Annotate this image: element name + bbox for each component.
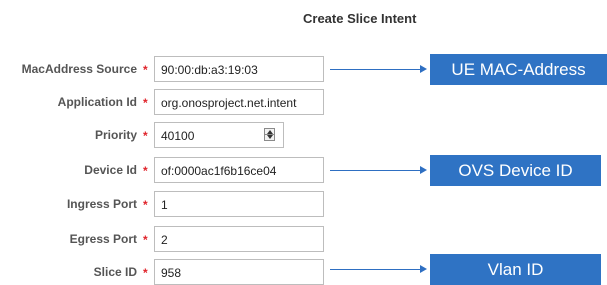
vlan-id-callout: Vlan ID	[430, 254, 601, 285]
device-id-input[interactable]: of:0000ac1f6b16ce04	[154, 157, 324, 183]
field-label: Egress Port	[69, 232, 137, 246]
required-marker: *	[143, 233, 148, 247]
form-row-slice-id: Slice ID * 958	[0, 259, 330, 285]
field-label: Application Id	[57, 95, 137, 109]
required-marker: *	[143, 129, 148, 143]
slice-id-input[interactable]: 958	[154, 259, 324, 285]
ingress-port-input[interactable]: 1	[154, 191, 324, 217]
form-row-application-id: Application Id * org.onosproject.net.int…	[0, 89, 330, 115]
egress-port-input[interactable]: 2	[154, 226, 324, 252]
field-label: Priority	[94, 128, 137, 142]
mac-arrow-line	[330, 69, 420, 70]
ue-mac-address-callout: UE MAC-Address	[430, 54, 607, 85]
field-label: Device Id	[84, 163, 137, 177]
required-marker: *	[143, 63, 148, 77]
required-marker: *	[143, 164, 148, 178]
vlan-arrow-head-icon	[420, 265, 427, 273]
field-label: Slice ID	[93, 265, 137, 279]
form-row-ingress-port: Ingress Port * 1	[0, 191, 330, 217]
vlan-arrow-line	[330, 269, 420, 270]
device-arrow-line	[330, 170, 420, 171]
field-label: Ingress Port	[66, 197, 137, 211]
form-row-priority: Priority * 40100	[0, 122, 330, 148]
priority-input[interactable]: 40100	[161, 129, 194, 143]
page-title: Create Slice Intent	[303, 11, 417, 26]
device-arrow-head-icon	[420, 166, 427, 174]
ovs-device-id-callout: OVS Device ID	[430, 155, 601, 186]
mac-address-source-input[interactable]: 90:00:db:a3:19:03	[154, 56, 324, 82]
required-marker: *	[143, 96, 148, 110]
form-row-device-id: Device Id * of:0000ac1f6b16ce04	[0, 157, 330, 183]
form-row-egress-port: Egress Port * 2	[0, 226, 330, 252]
decrement-icon[interactable]	[267, 135, 273, 139]
priority-stepper[interactable]	[264, 128, 275, 141]
required-marker: *	[143, 198, 148, 212]
form-row-mac-address-source: MacAddress Source * 90:00:db:a3:19:03	[0, 56, 330, 82]
mac-arrow-head-icon	[420, 65, 427, 73]
required-marker: *	[143, 266, 148, 280]
field-label: MacAddress Source	[21, 62, 137, 76]
application-id-input[interactable]: org.onosproject.net.intent	[154, 89, 324, 115]
priority-field[interactable]: 40100	[154, 122, 284, 148]
